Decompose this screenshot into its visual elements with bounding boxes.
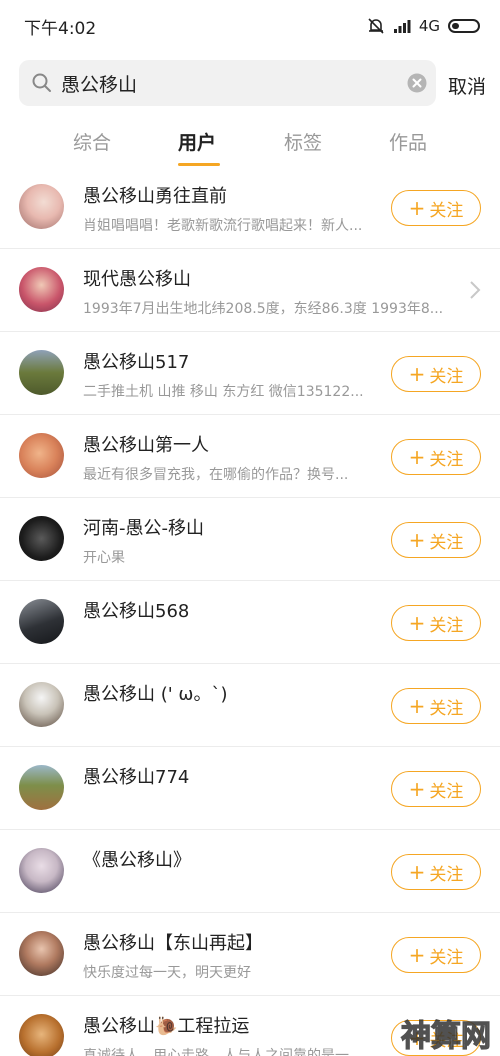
- follow-label: 关注: [429, 947, 464, 968]
- user-description: 1993年7月出生地北纬208.5度，东经86.3度 1993年8...: [83, 301, 444, 317]
- plus-icon: +: [408, 196, 426, 220]
- list-item[interactable]: 愚公移山【东山再起】 快乐度过每一天，明天更好 + 关注: [0, 913, 500, 996]
- follow-button[interactable]: + 关注: [391, 439, 481, 475]
- follow-button[interactable]: + 关注: [391, 522, 481, 558]
- user-name: 愚公移山🐌工程拉运: [83, 1016, 250, 1037]
- avatar: [19, 599, 64, 644]
- avatar: [19, 516, 64, 561]
- tab-users[interactable]: 用户: [157, 128, 237, 155]
- avatar: [19, 682, 64, 727]
- plus-icon: +: [408, 362, 426, 386]
- svg-text:神算网: 神算网: [401, 1019, 491, 1054]
- list-item[interactable]: 河南-愚公-移山 开心果 + 关注: [0, 498, 500, 581]
- user-name: 愚公移山774: [83, 767, 190, 788]
- follow-label: 关注: [429, 449, 464, 470]
- user-text: 愚公移山 (' ω。`): [83, 680, 378, 713]
- list-item[interactable]: 《愚公移山》 + 关注: [0, 830, 500, 913]
- status-icons: 4G: [367, 17, 480, 35]
- search-row: 取消: [0, 60, 500, 106]
- plus-icon: +: [408, 611, 426, 635]
- signal-icon: [393, 20, 411, 33]
- avatar: [19, 765, 64, 810]
- user-text: 愚公移山🐌工程拉运 真诚待人，用心走路。人与人之间靠的是一...: [83, 1012, 378, 1056]
- follow-label: 关注: [429, 200, 464, 221]
- battery-icon: [448, 19, 480, 33]
- tab-bar: 综合 用户 标签 作品: [0, 118, 500, 166]
- avatar: [19, 184, 64, 229]
- follow-label: 关注: [429, 781, 464, 802]
- list-item[interactable]: 愚公移山第一人 最近有很多冒充我，在哪偷的作品？换号... + 关注: [0, 415, 500, 498]
- watermark-logo: 神算网: [400, 1018, 491, 1054]
- user-text: 愚公移山第一人 最近有很多冒充我，在哪偷的作品？换号...: [83, 431, 378, 484]
- chevron-right-icon[interactable]: [468, 279, 482, 301]
- follow-button[interactable]: + 关注: [391, 356, 481, 392]
- follow-button[interactable]: + 关注: [391, 771, 481, 807]
- follow-button[interactable]: + 关注: [391, 190, 481, 226]
- user-text: 愚公移山勇往直前 肖姐唱唱唱！老歌新歌流行歌唱起来！新人...: [83, 182, 378, 235]
- tab-all[interactable]: 综合: [52, 128, 132, 155]
- user-text: 河南-愚公-移山 开心果: [83, 514, 378, 567]
- user-name: 愚公移山第一人: [83, 435, 209, 456]
- list-item[interactable]: 愚公移山774 + 关注: [0, 747, 500, 830]
- status-time: 下午4:02: [24, 18, 97, 39]
- plus-icon: +: [408, 445, 426, 469]
- follow-button[interactable]: + 关注: [391, 688, 481, 724]
- avatar: [19, 433, 64, 478]
- list-item[interactable]: 现代愚公移山 1993年7月出生地北纬208.5度，东经86.3度 1993年8…: [0, 249, 500, 332]
- user-description: 快乐度过每一天，明天更好: [83, 965, 251, 981]
- plus-icon: +: [408, 528, 426, 552]
- user-text: 愚公移山【东山再起】 快乐度过每一天，明天更好: [83, 929, 378, 982]
- user-name: 愚公移山568: [83, 601, 190, 622]
- follow-button[interactable]: + 关注: [391, 937, 481, 973]
- avatar: [19, 931, 64, 976]
- status-bar: 下午4:02 4G: [0, 0, 500, 52]
- cancel-button[interactable]: 取消: [448, 72, 486, 99]
- follow-button[interactable]: + 关注: [391, 854, 481, 890]
- user-text: 愚公移山774: [83, 763, 378, 796]
- follow-button[interactable]: + 关注: [391, 605, 481, 641]
- mute-bell-icon: [368, 18, 384, 34]
- network-type: 4G: [418, 17, 440, 35]
- follow-label: 关注: [429, 615, 464, 636]
- list-item[interactable]: 愚公移山 (' ω。`) + 关注: [0, 664, 500, 747]
- avatar: [19, 848, 64, 893]
- clear-icon[interactable]: [407, 73, 427, 93]
- user-description: 真诚待人，用心走路。人与人之间靠的是一...: [83, 1048, 363, 1056]
- plus-icon: +: [408, 777, 426, 801]
- user-text: 现代愚公移山 1993年7月出生地北纬208.5度，东经86.3度 1993年8…: [83, 265, 453, 318]
- search-box[interactable]: [19, 60, 436, 106]
- follow-label: 关注: [429, 864, 464, 885]
- plus-icon: +: [408, 860, 426, 884]
- user-text: 愚公移山568: [83, 597, 378, 630]
- avatar: [19, 350, 64, 395]
- user-description: 肖姐唱唱唱！老歌新歌流行歌唱起来！新人...: [83, 218, 363, 234]
- follow-label: 关注: [429, 366, 464, 387]
- avatar: [19, 1014, 64, 1056]
- plus-icon: +: [408, 943, 426, 967]
- tab-tags[interactable]: 标签: [263, 128, 343, 155]
- search-input[interactable]: [61, 60, 391, 106]
- follow-label: 关注: [429, 532, 464, 553]
- follow-label: 关注: [429, 698, 464, 719]
- user-description: 最近有很多冒充我，在哪偷的作品？换号...: [83, 467, 349, 483]
- user-name: 愚公移山勇往直前: [83, 186, 227, 207]
- user-name: 河南-愚公-移山: [83, 518, 204, 539]
- user-name: 现代愚公移山: [83, 269, 191, 290]
- user-name: 愚公移山【东山再起】: [83, 933, 263, 954]
- user-text: 愚公移山517 二手推土机 山推 移山 东方红 微信135122...: [83, 348, 378, 401]
- user-name: 《愚公移山》: [83, 850, 191, 871]
- plus-icon: +: [408, 694, 426, 718]
- user-name: 愚公移山517: [83, 352, 190, 373]
- user-name: 愚公移山 (' ω。`): [83, 684, 228, 705]
- list-item[interactable]: 愚公移山517 二手推土机 山推 移山 东方红 微信135122... + 关注: [0, 332, 500, 415]
- user-text: 《愚公移山》: [83, 846, 378, 879]
- list-item[interactable]: 愚公移山568 + 关注: [0, 581, 500, 664]
- list-item[interactable]: 愚公移山勇往直前 肖姐唱唱唱！老歌新歌流行歌唱起来！新人... + 关注: [0, 166, 500, 249]
- avatar: [19, 267, 64, 312]
- search-icon: [32, 73, 51, 92]
- user-description: 二手推土机 山推 移山 东方红 微信135122...: [83, 384, 364, 400]
- user-description: 开心果: [83, 550, 125, 566]
- tab-works[interactable]: 作品: [368, 128, 448, 155]
